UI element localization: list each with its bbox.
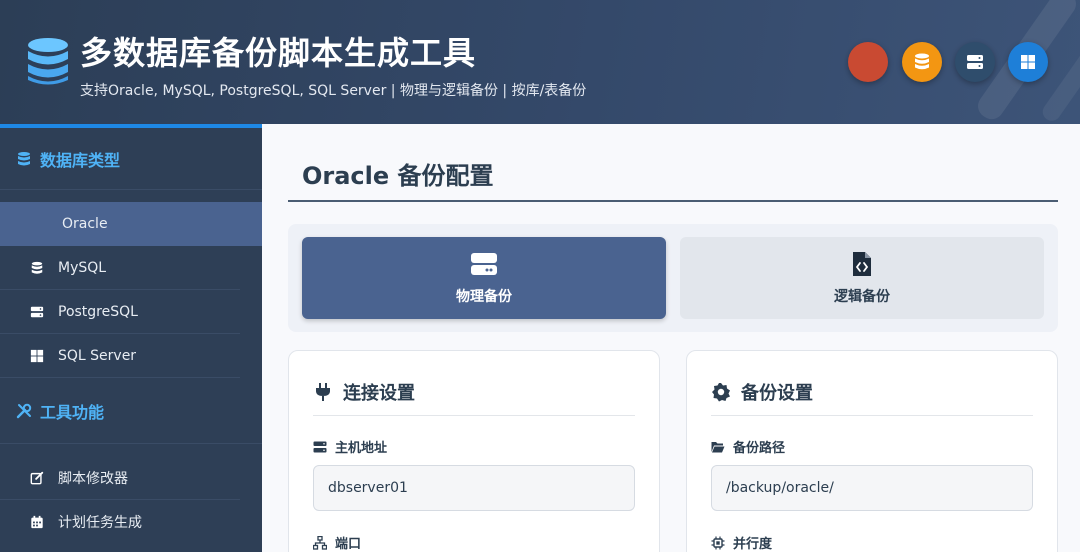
sidebar-item-label: Oracle [62, 216, 108, 232]
card-title: 备份设置 [711, 379, 813, 405]
card-title-label: 备份设置 [741, 383, 813, 404]
server-icon [313, 441, 327, 452]
sidebar-item-label: 脚本修改器 [58, 470, 128, 487]
connection-settings-card: 连接设置 主机地址 端口 [288, 350, 660, 552]
sidebar-item-label: MySQL [58, 259, 107, 276]
cpu-icon [711, 536, 725, 549]
sqlserver-quick-button[interactable] [1008, 42, 1048, 82]
sidebar-item-script-editor[interactable]: 脚本修改器 [0, 456, 240, 500]
sidebar-section-db-types: 数据库类型 [0, 128, 262, 190]
database-icon [18, 151, 30, 165]
sidebar-item-sqlserver[interactable]: SQL Server [0, 334, 240, 378]
network-icon [313, 535, 327, 550]
sidebar-section-tools: 工具功能 [0, 378, 262, 444]
edit-icon [30, 471, 44, 484]
tools-icon [16, 403, 32, 418]
sidebar-item-label: SQL Server [58, 347, 137, 364]
sidebar-section-label: 数据库类型 [40, 150, 121, 170]
mode-label: 逻辑备份 [834, 289, 890, 305]
plug-icon [316, 383, 330, 401]
app-header: 多数据库备份脚本生成工具 支持Oracle, MySQL, PostgreSQL… [0, 0, 1080, 124]
postgresql-quick-button[interactable] [955, 42, 995, 82]
folder-open-icon [711, 441, 725, 452]
page-title: Oracle 备份配置 [302, 162, 494, 190]
database-logo-icon [28, 38, 68, 85]
app-title: 多数据库备份脚本生成工具 [80, 34, 477, 72]
oracle-quick-button[interactable] [848, 42, 888, 82]
hdd-icon [471, 253, 497, 275]
title-divider [288, 200, 1058, 202]
backup-mode-selector: 物理备份 逻辑备份 [288, 224, 1058, 332]
server-icon [30, 306, 44, 317]
database-icon [915, 53, 929, 70]
mysql-quick-button[interactable] [902, 42, 942, 82]
server-icon [967, 55, 983, 69]
sidebar-item-mysql[interactable]: MySQL [0, 246, 240, 290]
main-content: Oracle 备份配置 物理备份 逻辑备份 连接设置 主机地址 dbserver… [262, 124, 1080, 552]
card-title: 连接设置 [313, 379, 415, 405]
sidebar-item-label: PostgreSQL [58, 303, 138, 320]
sidebar-item-postgresql[interactable]: PostgreSQL [0, 290, 240, 334]
backup-path-input[interactable] [711, 465, 1033, 511]
physical-backup-button[interactable]: 物理备份 [302, 237, 666, 319]
sidebar: 数据库类型 Oracle MySQL PostgreSQL SQL Server [0, 124, 262, 552]
sidebar-item-label: 计划任务生成 [58, 515, 142, 531]
parallel-label: 并行度 [711, 533, 772, 552]
mode-label: 物理备份 [456, 289, 512, 305]
logical-backup-button[interactable]: 逻辑备份 [680, 237, 1044, 319]
file-code-icon [853, 252, 871, 276]
port-label: 端口 [313, 533, 361, 552]
app-subtitle: 支持Oracle, MySQL, PostgreSQL, SQL Server … [80, 83, 587, 99]
windows-icon [1021, 55, 1035, 69]
gear-icon [712, 383, 730, 402]
sidebar-item-oracle[interactable]: Oracle [0, 202, 262, 246]
host-label: 主机地址 [313, 437, 387, 456]
sidebar-item-scheduler[interactable]: 计划任务生成 [0, 500, 240, 544]
host-input[interactable] [313, 465, 635, 511]
backup-path-label: 备份路径 [711, 437, 785, 456]
database-icon [31, 261, 43, 274]
sidebar-section-label: 工具功能 [40, 402, 105, 422]
calendar-icon [31, 515, 43, 529]
windows-icon [30, 349, 44, 362]
backup-settings-card: 备份设置 备份路径 并行度 [686, 350, 1058, 552]
card-title-label: 连接设置 [343, 383, 415, 404]
